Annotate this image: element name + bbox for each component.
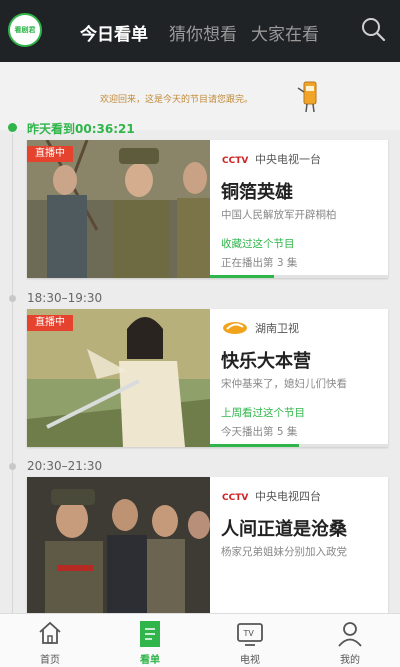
logo-text: 看剧君 xyxy=(14,25,36,34)
program-description: 中国人民解放军开辟桐柏 xyxy=(221,209,337,221)
svg-text:TV: TV xyxy=(243,629,255,638)
channel-row: CCTV 中央电视四台 xyxy=(221,487,321,505)
program-card[interactable]: CCTV 中央电视四台 人间正道是沧桑 杨家兄弟姐妹分别加入政党 xyxy=(27,477,388,615)
timeline-dot xyxy=(8,123,17,132)
last-watched-label: 昨天看到00:36:21 xyxy=(27,122,135,136)
app-logo[interactable]: 看剧君 xyxy=(8,13,42,47)
live-badge: 直播中 xyxy=(27,315,73,331)
app-header: 看剧君 今日看单 猜你想看 大家在看 xyxy=(0,0,400,62)
channel-name: 中央电视一台 xyxy=(255,153,321,166)
time-slot-label: 20:30–21:30 xyxy=(27,459,103,473)
home-icon xyxy=(39,621,61,644)
nav-watchlist[interactable]: 看单 xyxy=(100,614,200,667)
time-slot-label: 18:30–19:30 xyxy=(27,291,103,305)
user-icon xyxy=(338,622,362,647)
program-info: CCTV 中央电视四台 人间正道是沧桑 杨家兄弟姐妹分别加入政党 xyxy=(221,477,383,615)
svg-text:CCTV: CCTV xyxy=(222,156,248,166)
channel-name: 湖南卫视 xyxy=(255,322,299,335)
airing-status: 正在播出第 3 集 xyxy=(221,257,298,269)
watch-note: 上周看过这个节目 xyxy=(221,407,305,419)
svg-text:CCTV: CCTV xyxy=(222,493,248,503)
program-description: 宋仲基来了，媳妇儿们快看 xyxy=(221,378,347,390)
program-info: CCTV 中央电视一台 铜箔英雄 中国人民解放军开辟桐柏 收藏过这个节目 正在播… xyxy=(221,140,383,278)
channel-row: 湖南卫视 xyxy=(221,319,299,337)
tab-today-list[interactable]: 今日看单 xyxy=(80,20,148,45)
nav-label: 电视 xyxy=(240,655,260,666)
nav-label: 首页 xyxy=(40,655,60,666)
cctv-logo-icon: CCTV xyxy=(221,154,249,166)
nav-home[interactable]: 首页 xyxy=(0,614,100,667)
program-title: 铜箔英雄 xyxy=(221,182,293,203)
tab-guess-you-like[interactable]: 猜你想看 xyxy=(169,20,237,45)
watch-progress-bar xyxy=(210,444,388,447)
nav-label: 看单 xyxy=(140,655,160,666)
channel-row: CCTV 中央电视一台 xyxy=(221,150,321,168)
nav-tv[interactable]: TV 电视 xyxy=(200,614,300,667)
search-icon[interactable] xyxy=(360,16,386,42)
mascot-icon xyxy=(297,81,317,113)
program-title: 人间正道是沧桑 xyxy=(221,519,347,540)
welcome-text: 欢迎回来，这是今天的节目请您跟完。 xyxy=(100,95,254,105)
watch-progress-bar xyxy=(210,275,388,278)
channel-name: 中央电视四台 xyxy=(255,490,321,503)
timeline-dot xyxy=(9,295,16,302)
cctv-logo-icon: CCTV xyxy=(221,491,249,503)
nav-label: 我的 xyxy=(340,655,360,666)
nav-profile[interactable]: 我的 xyxy=(300,614,400,667)
program-description: 杨家兄弟姐妹分别加入政党 xyxy=(221,546,347,558)
watch-progress-fill xyxy=(210,444,299,447)
program-card[interactable]: 直播中 CCTV 中央电视一台 铜箔英雄 中国人民解放军开辟桐柏 收藏过这个节目… xyxy=(27,140,388,278)
list-icon xyxy=(140,621,160,647)
airing-status: 今天播出第 5 集 xyxy=(221,426,298,438)
program-card[interactable]: 直播中 湖南卫视 快乐大本营 宋仲基来了，媳妇儿们快看 上周看过这个节目 今天播… xyxy=(27,309,388,447)
live-badge: 直播中 xyxy=(27,146,73,162)
hunan-tv-logo-icon xyxy=(223,322,247,334)
program-poster[interactable]: 直播中 xyxy=(27,309,210,447)
timeline-line xyxy=(12,134,13,614)
watch-note: 收藏过这个节目 xyxy=(221,238,295,250)
watch-progress-fill xyxy=(210,275,275,278)
tv-icon: TV xyxy=(237,623,263,646)
bottom-nav: 首页 看单 TV 电视 我的 xyxy=(0,613,400,667)
program-title: 快乐大本营 xyxy=(221,351,311,372)
program-poster[interactable]: 直播中 xyxy=(27,140,210,278)
program-poster[interactable] xyxy=(27,477,210,615)
program-info: 湖南卫视 快乐大本营 宋仲基来了，媳妇儿们快看 上周看过这个节目 今天播出第 5… xyxy=(221,309,383,447)
timeline-dot xyxy=(9,463,16,470)
tab-everyone-watching[interactable]: 大家在看 xyxy=(251,20,319,45)
